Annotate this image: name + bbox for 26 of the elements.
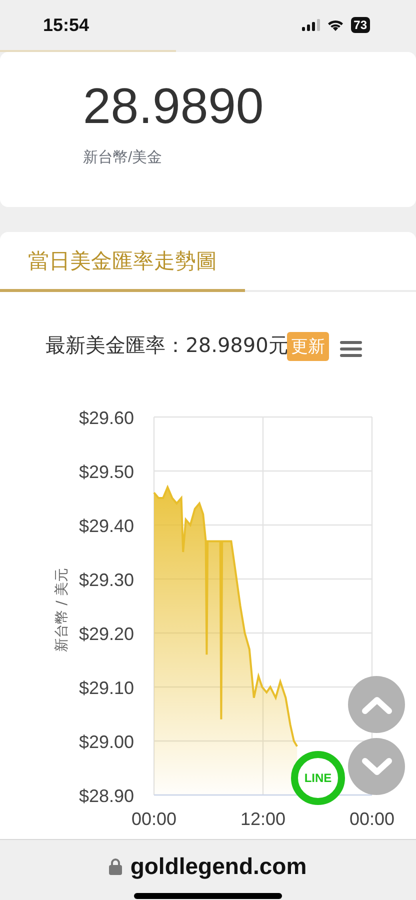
y-axis-label: $29.00 <box>78 732 134 752</box>
update-button[interactable]: 更新 <box>287 332 329 361</box>
chevron-down-icon <box>362 758 392 776</box>
currency-pair-label: 新台幣/美金 <box>83 148 164 167</box>
menu-icon[interactable] <box>340 340 362 358</box>
chart-tab[interactable]: 當日美金匯率走勢圖 <box>0 232 245 292</box>
status-time: 15:54 <box>43 14 90 36</box>
lock-icon <box>109 858 122 875</box>
chart-title: 最新美金匯率：28.9890元 <box>44 332 290 358</box>
y-axis-label: $28.90 <box>78 786 134 806</box>
y-axis-label: $29.20 <box>78 624 134 644</box>
exchange-rate-value: 28.9890 <box>83 78 265 134</box>
y-axis-title: 新台幣 / 美元 <box>54 568 70 652</box>
x-axis-label: 12:00 <box>240 809 286 829</box>
x-axis-label: 00:00 <box>131 809 177 829</box>
wifi-icon <box>326 19 344 31</box>
battery-indicator: 73 <box>350 17 370 33</box>
url-text[interactable]: goldlegend.com <box>130 853 307 880</box>
y-axis-label: $29.30 <box>78 570 134 590</box>
y-axis-label: $29.10 <box>78 678 134 698</box>
y-axis-label: $29.50 <box>78 462 134 482</box>
y-axis-label: $29.60 <box>78 408 134 428</box>
y-axis-label: $29.40 <box>78 516 134 536</box>
chevron-up-icon <box>362 696 392 714</box>
signal-icon <box>302 19 320 31</box>
x-axis-label: 00:00 <box>349 809 395 829</box>
